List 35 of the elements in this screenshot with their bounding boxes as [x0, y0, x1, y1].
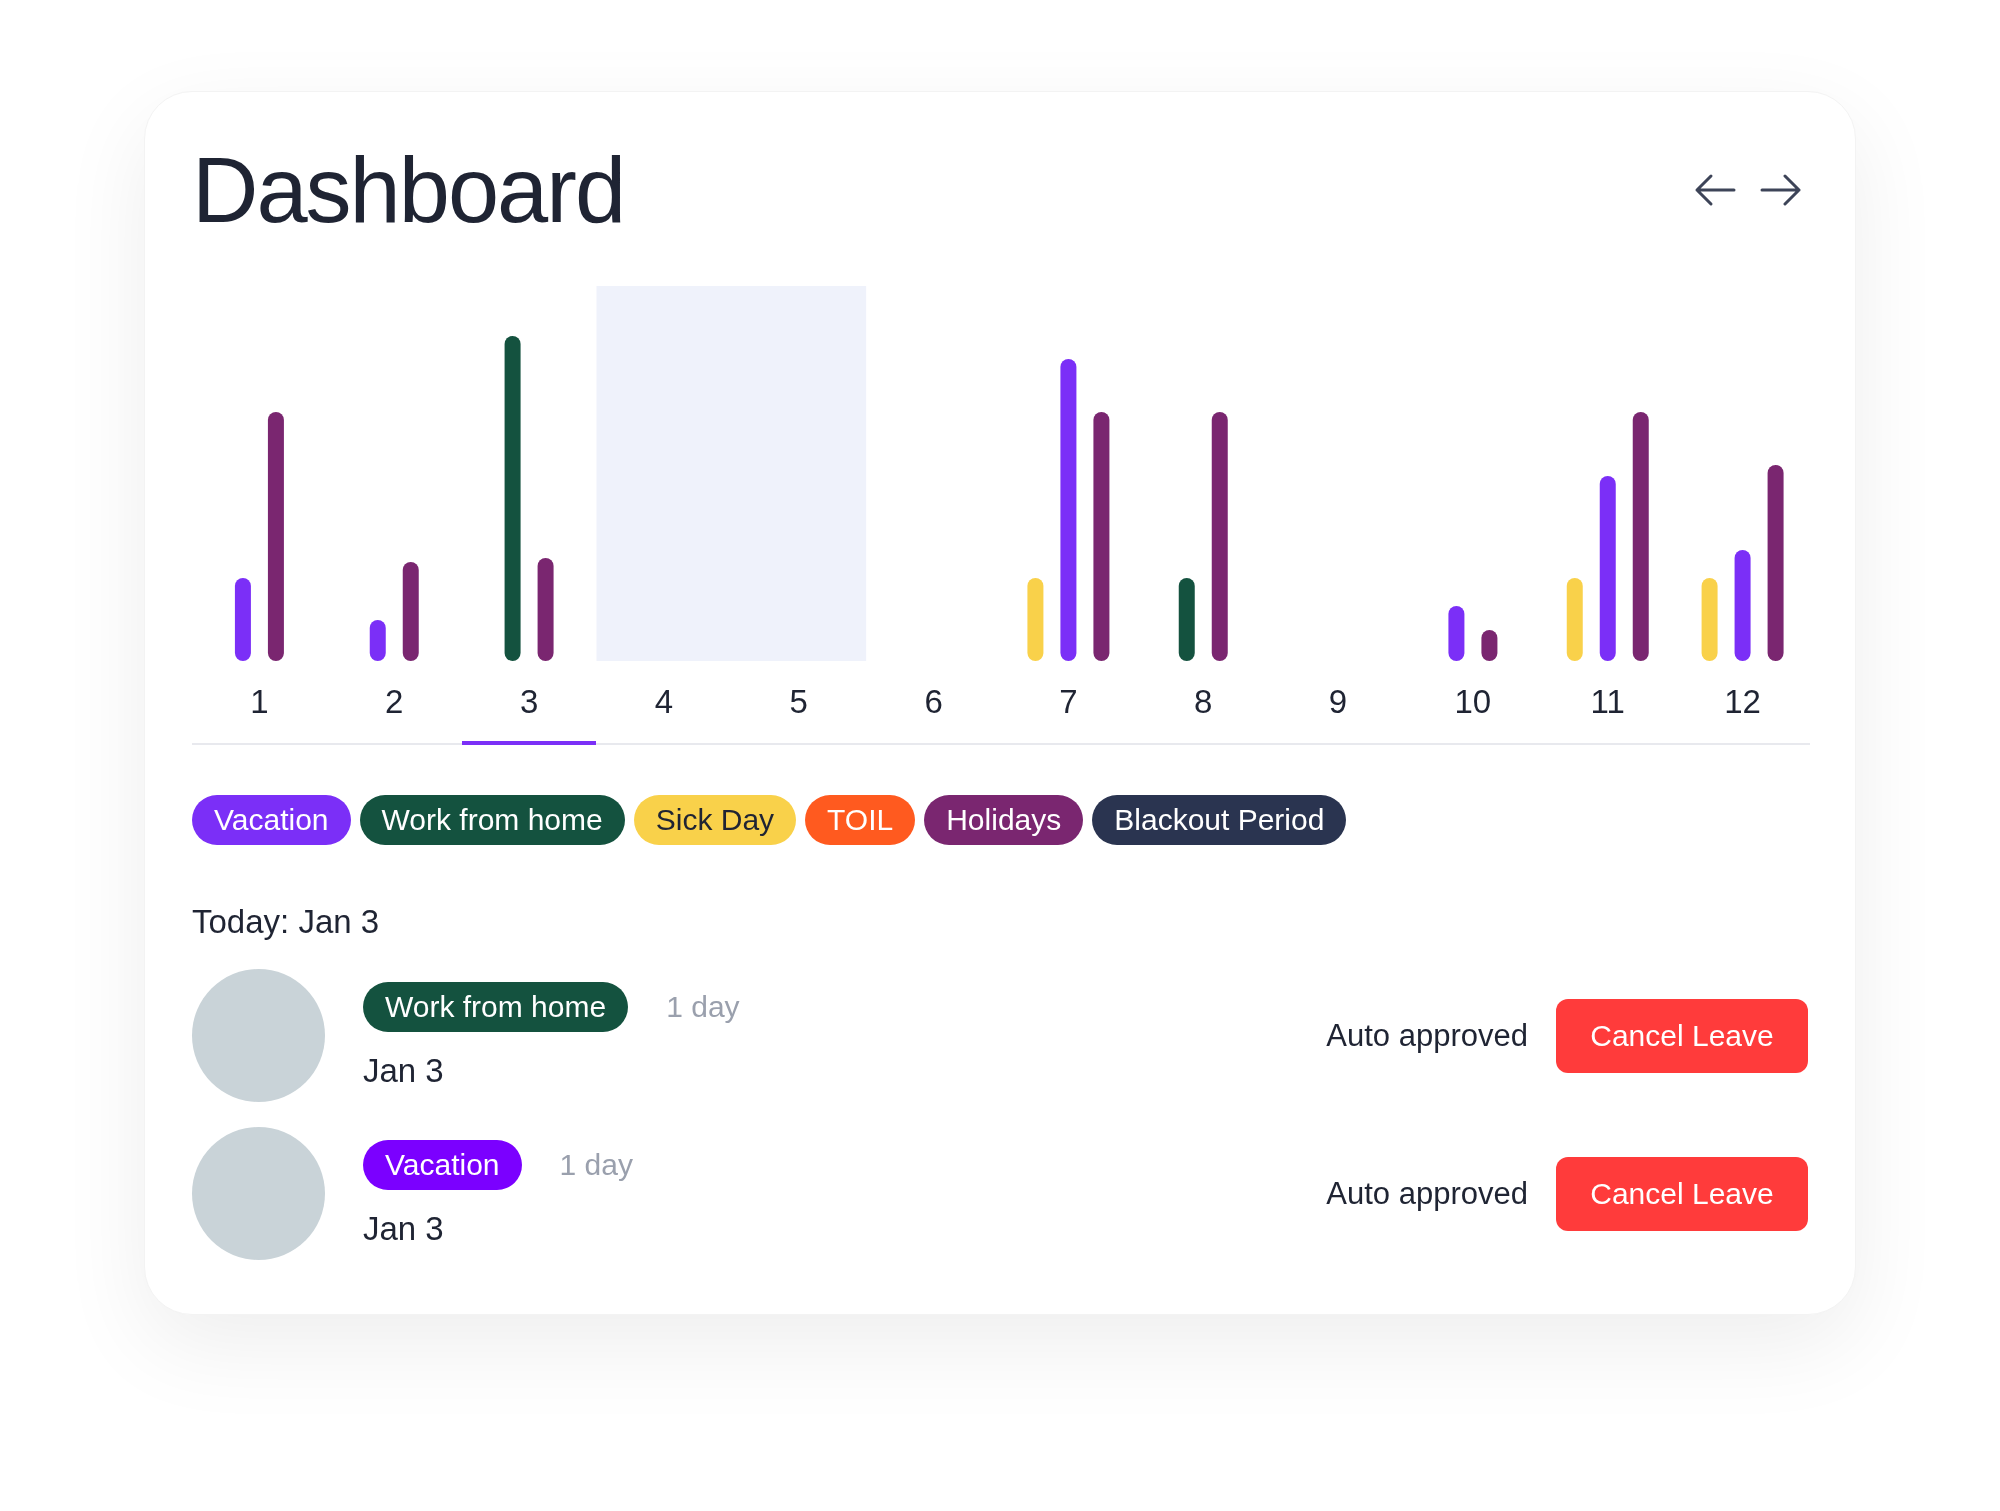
duration-text: 1 day — [666, 989, 740, 1024]
month-tab[interactable]: 2 — [326, 661, 462, 745]
leave-date: Jan 3 — [363, 1209, 445, 1248]
month-tab[interactable]: 8 — [1135, 661, 1271, 745]
status-text: Auto approved — [1326, 1017, 1528, 1054]
month-tab[interactable]: 6 — [866, 661, 1001, 745]
legend-tag: Sick Day — [633, 795, 797, 845]
bar — [369, 620, 386, 661]
month-tab[interactable]: 3 — [461, 661, 597, 745]
month-tab[interactable]: 10 — [1405, 661, 1541, 745]
leave-type-tag: Vacation — [363, 1139, 522, 1190]
dashboard-title: Dashboard — [192, 137, 625, 243]
duration-text: 1 day — [559, 1147, 633, 1182]
leave-type-tag: Work from home — [363, 981, 629, 1032]
month-tab[interactable]: 11 — [1540, 661, 1676, 745]
legend-tag: Vacation — [192, 795, 351, 845]
bar — [1448, 606, 1465, 661]
month-tab[interactable]: 9 — [1270, 661, 1406, 745]
month-tab[interactable]: 4 — [596, 661, 732, 745]
cancel-leave-button[interactable]: Cancel Leave — [1556, 998, 1808, 1073]
month-tab[interactable]: 7 — [1000, 661, 1136, 745]
leave-date: Jan 3 — [363, 1051, 445, 1090]
status-text: Auto approved — [1326, 1175, 1528, 1212]
legend-tag: Blackout Period — [1092, 795, 1347, 845]
month-tab[interactable]: 1 — [192, 661, 327, 745]
bar — [1481, 630, 1498, 661]
cancel-leave-button[interactable]: Cancel Leave — [1556, 1156, 1808, 1231]
legend-tag: Holidays — [924, 795, 1084, 845]
today-label: Today: Jan 3 — [192, 903, 381, 941]
arrow-right-icon[interactable] — [1760, 173, 1802, 207]
legend-tag: Work from home — [359, 795, 625, 845]
month-tab[interactable]: 5 — [731, 661, 867, 745]
month-tab[interactable]: 12 — [1675, 661, 1810, 745]
legend-tag: TOIL — [805, 795, 916, 845]
arrow-left-icon[interactable] — [1694, 173, 1736, 207]
